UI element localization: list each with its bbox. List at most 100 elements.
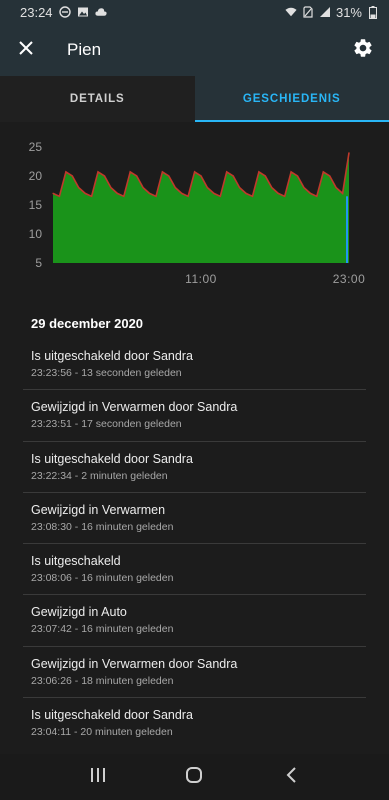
list-item[interactable]: Gewijzigd in Auto 23:07:42 - 16 minuten … (23, 595, 366, 647)
target-marker (346, 196, 348, 263)
list-item-subtitle: 23:07:42 - 16 minuten geleden (31, 623, 174, 636)
list-item-title: Gewijzigd in Verwarmen door Sandra (31, 400, 238, 415)
close-button[interactable] (0, 24, 52, 76)
tab-details[interactable]: DETAILS (0, 76, 195, 122)
y-tick-label: 20 (29, 169, 43, 183)
data-point (290, 171, 292, 173)
data-point (264, 175, 266, 177)
list-item-subtitle: 23:22:34 - 2 minuten geleden (31, 469, 168, 482)
page-title: Pien (67, 40, 102, 59)
data-point (136, 175, 138, 177)
home-button[interactable] (174, 757, 214, 797)
list-item-title: Is uitgeschakeld door Sandra (31, 451, 193, 466)
data-point (206, 187, 208, 189)
gear-icon (352, 37, 374, 64)
data-point (213, 192, 215, 194)
wifi-icon (285, 6, 297, 18)
data-point (123, 195, 125, 197)
data-point (91, 195, 93, 197)
list-item[interactable]: Is uitgeschakeld door Sandra 23:04:11 - … (23, 698, 366, 749)
data-point (226, 171, 228, 173)
no-sim-icon (302, 6, 314, 18)
list-item[interactable]: Gewijzigd in Verwarmen door Sandra 23:06… (23, 647, 366, 699)
app-bar: Pien (0, 24, 389, 76)
data-point (271, 187, 273, 189)
data-point (335, 187, 337, 189)
data-point (348, 152, 350, 154)
list-item-title: Is uitgeschakeld door Sandra (31, 349, 193, 363)
data-point (129, 171, 131, 173)
status-time: 23:24 (20, 4, 53, 20)
data-point (309, 192, 311, 194)
battery-percentage: 31% (335, 4, 362, 20)
y-tick-label: 15 (29, 198, 43, 212)
data-point (84, 192, 86, 194)
data-point (322, 171, 324, 173)
list-item-subtitle: 23:23:56 - 13 seconden geleden (31, 367, 182, 379)
data-point (65, 171, 67, 173)
list-item-title: Is uitgeschakeld door Sandra (31, 708, 193, 723)
list-item[interactable]: Is uitgeschakeld door Sandra 23:22:34 - … (23, 442, 366, 493)
data-point (303, 187, 305, 189)
list-item-title: Gewijzigd in Verwarmen door Sandra (31, 656, 238, 671)
data-point (239, 187, 241, 189)
list-item-subtitle: 23:04:11 - 20 minuten geleden (31, 726, 173, 739)
cloud-icon (94, 6, 107, 18)
list-item-title: Is uitgeschakeld (31, 554, 121, 569)
data-point (342, 192, 344, 194)
data-point (142, 187, 144, 189)
data-point (251, 195, 254, 197)
data-point (155, 195, 157, 197)
date-heading: 29 december 2020 (31, 316, 144, 331)
y-tick-label: 10 (29, 227, 43, 241)
battery-icon (367, 5, 379, 19)
x-tick-label: 11:00 (185, 272, 217, 286)
list-item[interactable]: Gewijzigd in Verwarmen door Sandra 23:23… (23, 390, 366, 442)
home-icon (185, 766, 203, 789)
list-item-subtitle: 23:06:26 - 18 minuten geleden (31, 674, 174, 687)
list-item[interactable]: Gewijzigd in Verwarmen 23:08:30 - 16 min… (23, 493, 366, 545)
data-point (316, 195, 318, 197)
signal-icon (319, 6, 331, 18)
settings-button[interactable] (337, 24, 389, 76)
tab-bar: DETAILS GESCHIEDENIS (0, 76, 389, 122)
list-item-title: Gewijzigd in Auto (31, 605, 127, 620)
history-chart: 25 20 15 10 5 11:00 23:00 (0, 122, 389, 300)
image-icon (77, 6, 89, 18)
data-point (232, 175, 234, 177)
data-point (187, 195, 189, 197)
list-item-title: Gewijzigd in Verwarmen (31, 502, 166, 517)
data-point (148, 192, 151, 194)
data-point (71, 175, 73, 177)
data-point (284, 195, 286, 197)
recents-button[interactable] (78, 757, 118, 797)
data-point (329, 175, 331, 177)
dnd-icon (58, 6, 71, 18)
list-item-subtitle: 23:08:06 - 16 minuten geleden (31, 572, 174, 585)
data-point (174, 187, 176, 189)
data-point (52, 192, 54, 194)
data-point (296, 175, 299, 177)
data-point (258, 171, 260, 173)
history-list: Is uitgeschakeld door Sandra 23:23:56 - … (23, 339, 366, 749)
history-chart-svg: 25 20 15 10 5 11:00 23:00 (29, 140, 366, 286)
back-button[interactable] (271, 757, 311, 797)
list-item[interactable]: Is uitgeschakeld door Sandra 23:23:56 - … (23, 339, 366, 391)
y-tick-label: 5 (35, 256, 42, 270)
area-fill (53, 152, 349, 263)
data-point (116, 192, 118, 194)
data-point (245, 192, 247, 194)
recents-icon (89, 767, 107, 788)
status-bar: 23:24 31% (0, 0, 389, 24)
list-item-subtitle: 23:23:51 - 17 seconden geleden (31, 418, 182, 431)
data-point (277, 192, 279, 194)
data-point (168, 175, 170, 177)
list-item[interactable]: Is uitgeschakeld 23:08:06 - 16 minuten g… (23, 544, 366, 596)
data-point (200, 175, 202, 177)
x-tick-label: 23:00 (333, 272, 366, 286)
data-point (110, 187, 112, 189)
tab-history[interactable]: GESCHIEDENIS (194, 76, 389, 122)
data-point (181, 192, 183, 194)
data-point (97, 171, 99, 173)
back-icon (285, 766, 297, 789)
